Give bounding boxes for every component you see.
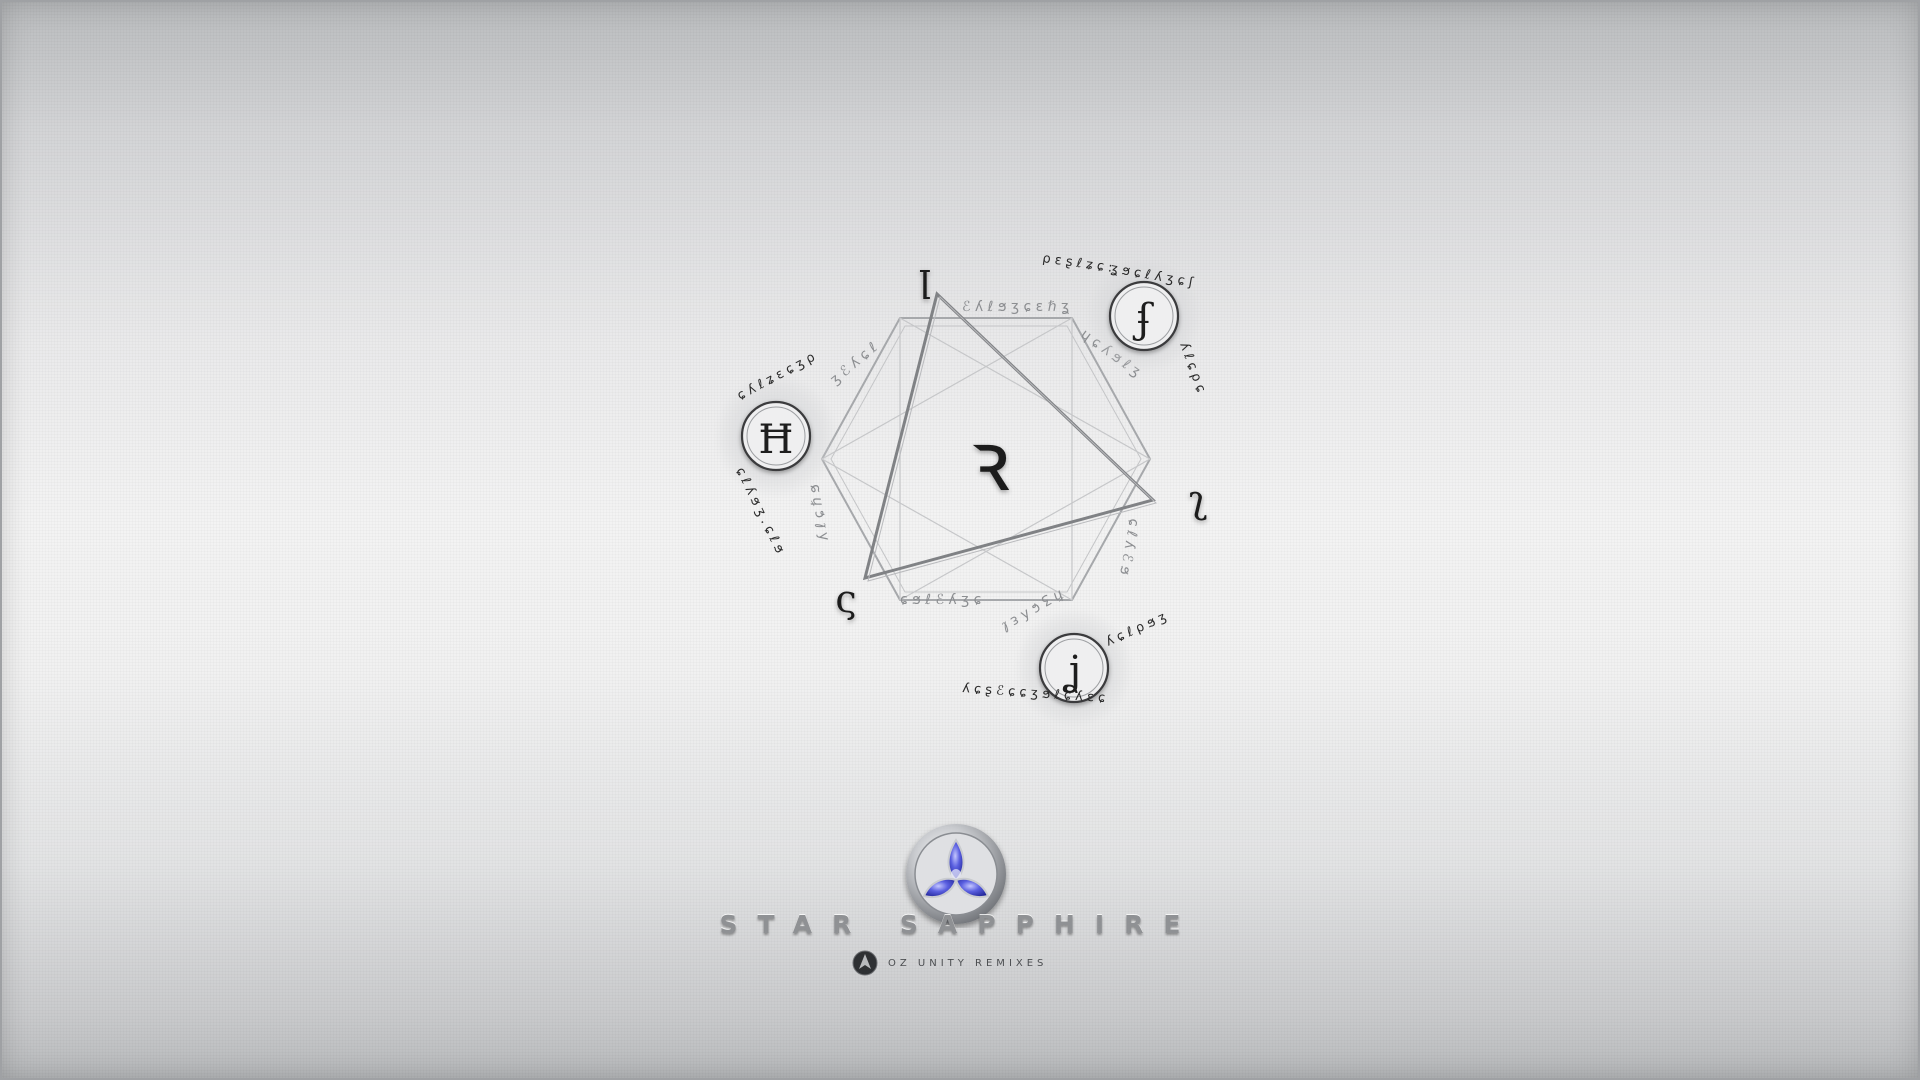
svg-text:ℰ ʎ ℓ ϧ ʒ ɕ ε ℏ ʓ: ℰ ʎ ℓ ϧ ʒ ɕ ε ℏ ʓ	[962, 299, 1069, 315]
brand-subtitle-row: OZ UNITY REMIXES	[852, 950, 1047, 976]
center-glyph: ꝛ	[970, 412, 1010, 510]
brand-title: STAR SAPPHIRE	[719, 910, 1201, 939]
small-emblem-icon	[852, 950, 878, 976]
svg-text:ʎ ℓ ɕ ℏ ϧ: ʎ ℓ ɕ ℏ ϧ	[806, 483, 832, 542]
brand-subtitle: OZ UNITY REMIXES	[888, 957, 1048, 969]
svg-text:ɕ ϧ ℓ ℰ ʎ ʒ ɕ: ɕ ϧ ℓ ℰ ʎ ʒ ɕ	[900, 592, 981, 608]
svg-text:ʒ ℰ ʎ ɕ ℓ: ʒ ℰ ʎ ɕ ℓ	[827, 340, 880, 388]
medallion-glyph-top-right: ʄ	[1133, 296, 1155, 342]
vertex-glyph-right: ʅ	[1189, 477, 1208, 521]
svg-text:ɕ ℓ ʎ ℰ ϧ: ɕ ℓ ʎ ℰ ϧ	[1116, 517, 1142, 576]
hexagon-outer	[942, 458, 1102, 602]
medallion-glyph-left: Ħ	[759, 417, 794, 463]
medallion-bottom: ʝ ʎ ɕ ʂ ℰ ɕ ɕ ʒ ϧ ℓ ɕ ʎ ε ɕ ʎ ɕ ℓ ρ ϧ ʒ	[962, 608, 1169, 728]
svg-text:ρ ε ʂ ℓ ʑ ɕ :: ρ ε ʂ ℓ ʑ ɕ :	[1041, 251, 1113, 276]
vertex-glyph-top: ꞁ	[919, 255, 931, 300]
vertex-glyph-left: ς	[835, 577, 856, 621]
svg-text:ʎ ℓ ɕ ρ ɕ: ʎ ℓ ɕ ρ ɕ	[1176, 340, 1208, 394]
